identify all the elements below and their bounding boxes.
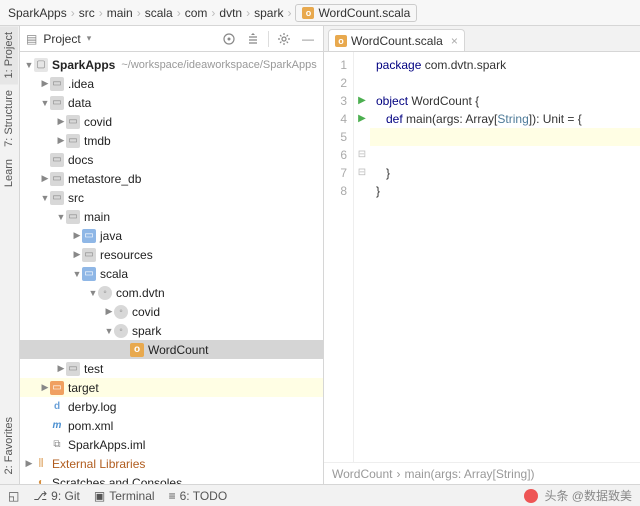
left-tool-strip: 1: Project 7: Structure Learn 2: Favorit… (0, 26, 20, 484)
tree-item[interactable]: ▶▭.idea (20, 74, 323, 93)
crumb[interactable]: com (185, 6, 208, 20)
code-editor[interactable]: 12345678 ▶▶ ⊟⊟ package com.dvtn.spark ob… (324, 52, 640, 462)
libraries-icon: ⫼ (34, 457, 48, 471)
folder-icon: ▭ (50, 153, 64, 167)
folder-icon: ▭ (50, 172, 64, 186)
folder-icon: ▭ (50, 96, 64, 110)
status-terminal[interactable]: ▣Terminal (94, 489, 155, 503)
expand-all-icon[interactable] (244, 30, 262, 48)
side-tab-structure[interactable]: 7: Structure (0, 84, 18, 153)
tree-item[interactable]: ▶▭java (20, 226, 323, 245)
tree-item[interactable]: ▶mpom.xml (20, 416, 323, 435)
run-gutter[interactable]: ▶▶ ⊟⊟ (354, 52, 370, 462)
tree-item[interactable]: ▼▭main (20, 207, 323, 226)
folder-icon: ▭ (50, 191, 64, 205)
tree-item[interactable]: ▼▭src (20, 188, 323, 207)
tree-item[interactable]: ▶▭resources (20, 245, 323, 264)
crumb[interactable]: dvtn (219, 6, 242, 20)
tree-scratches[interactable]: ▶◐Scratches and Consoles (20, 473, 323, 484)
tree-item[interactable]: ▶▭tmdb (20, 131, 323, 150)
tree-item[interactable]: ▶▭test (20, 359, 323, 378)
gear-icon[interactable] (275, 30, 293, 48)
editor-breadcrumb[interactable]: WordCount›main(args: Array[String]) (324, 462, 640, 484)
close-tab-icon[interactable]: × (451, 34, 458, 48)
side-tab-favorites[interactable]: 2: Favorites (0, 411, 18, 480)
status-git[interactable]: ⎇9: Git (33, 489, 80, 503)
source-folder-icon: ▭ (82, 229, 96, 243)
excluded-folder-icon: ▭ (50, 381, 64, 395)
tree-item[interactable]: ▶▭target (20, 378, 323, 397)
line-gutter: 12345678 (324, 52, 354, 462)
folder-icon: ▭ (82, 248, 96, 262)
scala-object-icon: o (130, 343, 144, 357)
tree-external-libs[interactable]: ▶⫼External Libraries (20, 454, 323, 473)
crumb[interactable]: spark (254, 6, 283, 20)
crumb[interactable]: SparkApps (8, 6, 67, 20)
run-icon[interactable]: ▶ (354, 92, 370, 110)
fold-icon[interactable]: ⊟ (354, 146, 370, 164)
package-icon: ◦ (114, 324, 128, 338)
project-title[interactable]: Project (43, 32, 80, 46)
folder-icon: ▭ (66, 134, 80, 148)
side-tab-learn[interactable]: Learn (0, 153, 18, 193)
module-icon: ▢ (34, 58, 48, 72)
tree-item[interactable]: ▶dderby.log (20, 397, 323, 416)
tree-item[interactable]: ▶⧉SparkApps.iml (20, 435, 323, 454)
tree-item[interactable]: ▼◦spark (20, 321, 323, 340)
package-icon: ◦ (98, 286, 112, 300)
editor-tabs: o WordCount.scala × (324, 26, 640, 52)
editor-tab[interactable]: o WordCount.scala × (328, 29, 465, 51)
watermark-logo-icon (524, 489, 538, 503)
scala-object-icon: o (302, 7, 314, 19)
file-icon: d (50, 400, 64, 414)
breadcrumb-bar: SparkApps› src› main› scala› com› dvtn› … (0, 0, 640, 26)
run-icon[interactable]: ▶ (354, 110, 370, 128)
crumb[interactable]: main (107, 6, 133, 20)
watermark: 头条 @数据致美 (524, 487, 632, 504)
folder-icon: ▭ (66, 362, 80, 376)
side-tab-project[interactable]: 1: Project (0, 26, 18, 84)
project-panel: ▤ Project ▾ — ▼▢SparkApps~/workspace/ide… (20, 26, 324, 484)
tree-item[interactable]: ▶◦covid (20, 302, 323, 321)
package-icon: ◦ (114, 305, 128, 319)
tree-item[interactable]: ▶▭docs (20, 150, 323, 169)
tree-item[interactable]: ▼▭scala (20, 264, 323, 283)
folder-icon: ▭ (50, 77, 64, 91)
tab-label: WordCount.scala (351, 34, 443, 48)
tree-root[interactable]: ▼▢SparkApps~/workspace/ideaworkspace/Spa… (20, 55, 323, 74)
folder-icon: ▭ (66, 210, 80, 224)
crumb[interactable]: scala (145, 6, 173, 20)
scratches-icon: ◐ (34, 476, 48, 485)
crumb-file[interactable]: o WordCount.scala (295, 4, 417, 22)
status-todo[interactable]: ≡6: TODO (169, 489, 228, 503)
tree-item[interactable]: ▼◦com.dvtn (20, 283, 323, 302)
status-bar: ◱ ⎇9: Git ▣Terminal ≡6: TODO 头条 @数据致美 (0, 484, 640, 506)
iml-icon: ⧉ (50, 438, 64, 452)
fold-icon[interactable]: ⊟ (354, 164, 370, 182)
locate-icon[interactable] (220, 30, 238, 48)
scala-object-icon: o (335, 35, 347, 47)
source-folder-icon: ▭ (82, 267, 96, 281)
hide-panel-icon[interactable]: — (299, 30, 317, 48)
crumb[interactable]: src (79, 6, 95, 20)
folder-icon: ▭ (66, 115, 80, 129)
editor-panel: o WordCount.scala × 12345678 ▶▶ ⊟⊟ packa… (324, 26, 640, 484)
code-text[interactable]: package com.dvtn.spark object WordCount … (370, 52, 640, 462)
tree-item[interactable]: ▼▭data (20, 93, 323, 112)
project-tree[interactable]: ▼▢SparkApps~/workspace/ideaworkspace/Spa… (20, 52, 323, 484)
tree-item[interactable]: ▶▭covid (20, 112, 323, 131)
project-panel-header: ▤ Project ▾ — (20, 26, 323, 52)
maven-icon: m (50, 419, 64, 433)
tool-window-toggle-icon[interactable]: ◱ (8, 489, 19, 503)
project-dropdown-icon[interactable]: ▤ (26, 32, 37, 46)
tree-item[interactable]: ▶▭metastore_db (20, 169, 323, 188)
tree-item-selected[interactable]: ▶oWordCount (20, 340, 323, 359)
